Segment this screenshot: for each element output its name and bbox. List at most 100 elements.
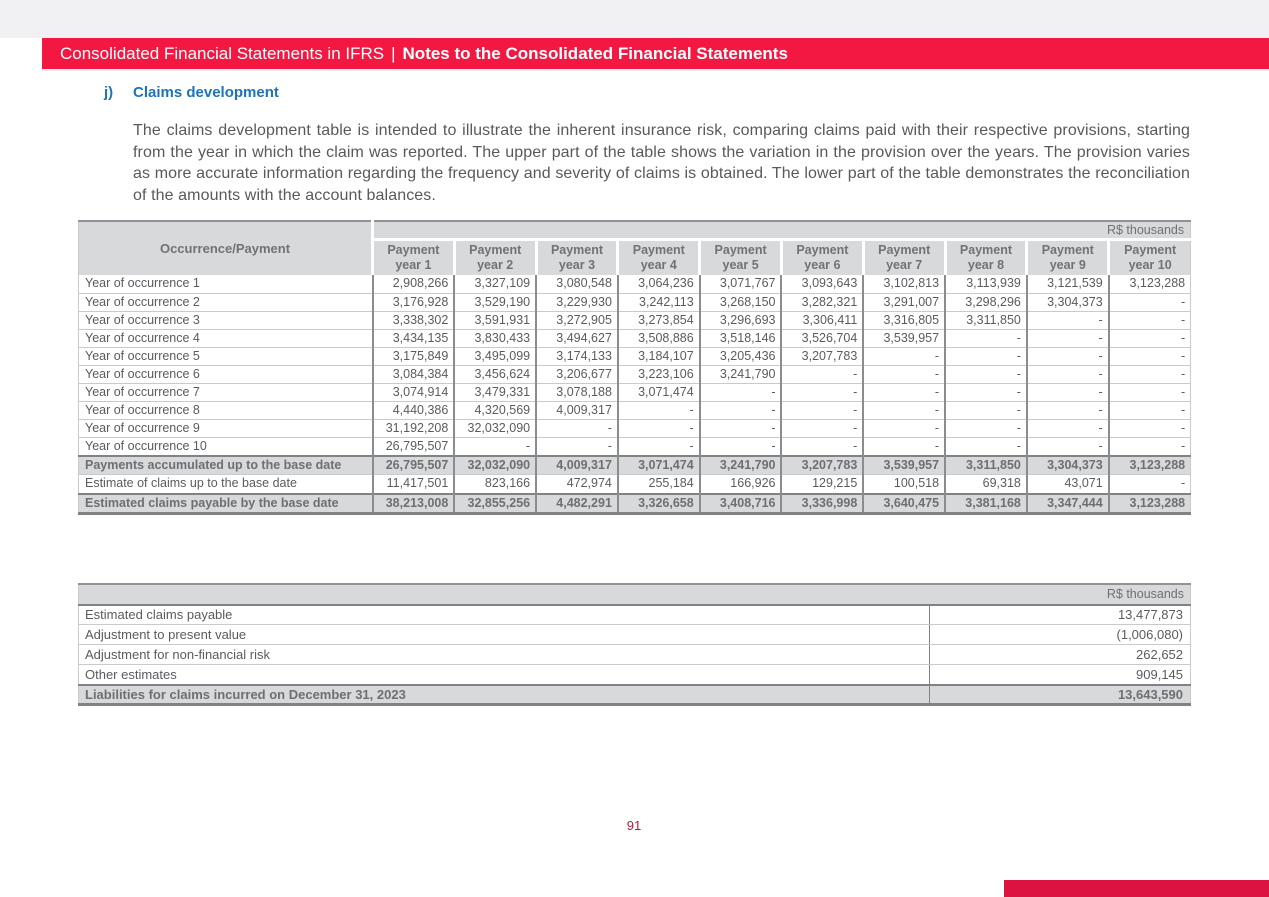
summary-value-cell: - [1109, 475, 1191, 494]
summary-value-cell: 4,482,291 [536, 494, 618, 514]
value-cell: 3,080,548 [536, 275, 618, 293]
summary-value-cell: 166,926 [700, 475, 782, 494]
row-label: Year of occurrence 9 [79, 419, 373, 437]
claims-development-table: Occurrence/PaymentR$ thousandsPaymentyea… [78, 220, 1191, 515]
value-cell: 3,316,805 [863, 311, 945, 329]
value-cell: - [618, 401, 700, 419]
value-cell: - [618, 419, 700, 437]
value-cell: - [700, 437, 782, 456]
footer-accent-bar [1004, 880, 1269, 897]
value-cell: - [781, 437, 863, 456]
column-header: Paymentyear 7 [863, 239, 945, 275]
value-cell: - [1027, 401, 1109, 419]
recon-row-value: 13,477,873 [930, 605, 1191, 625]
value-cell: - [1109, 419, 1191, 437]
summary-value-cell: 69,318 [945, 475, 1027, 494]
column-header: Paymentyear 5 [700, 239, 782, 275]
recon-row-value: 909,145 [930, 665, 1191, 685]
value-cell: - [1109, 347, 1191, 365]
value-cell: 3,071,474 [618, 383, 700, 401]
header-breadcrumb-right: Notes to the Consolidated Financial Stat… [403, 44, 788, 64]
recon-row-label: Adjustment to present value [79, 625, 930, 645]
summary-value-cell: 3,336,998 [781, 494, 863, 514]
recon-row-label: Adjustment for non-financial risk [79, 645, 930, 665]
value-cell: - [945, 329, 1027, 347]
value-cell: 3,184,107 [618, 347, 700, 365]
value-cell: 4,440,386 [373, 401, 455, 419]
value-cell: 2,908,266 [373, 275, 455, 293]
summary-value-cell: 38,213,008 [373, 494, 455, 514]
intro-paragraph: The claims development table is intended… [133, 120, 1190, 206]
recon-row: Estimated claims payable13,477,873 [79, 605, 1191, 625]
value-cell: 3,078,188 [536, 383, 618, 401]
summary-row-label: Estimate of claims up to the base date [79, 475, 373, 494]
row-label: Year of occurrence 1 [79, 275, 373, 293]
column-header: Paymentyear 3 [536, 239, 618, 275]
column-header: Paymentyear 2 [454, 239, 536, 275]
column-header-line1: Payment [701, 243, 780, 258]
column-header: Paymentyear 8 [945, 239, 1027, 275]
value-cell: 3,296,693 [700, 311, 782, 329]
value-cell: - [1027, 365, 1109, 383]
page-content: j)Claims development The claims developm… [78, 84, 1190, 833]
row-label: Year of occurrence 4 [79, 329, 373, 347]
value-cell: 3,207,783 [781, 347, 863, 365]
value-cell: - [700, 419, 782, 437]
value-cell: 3,268,150 [700, 293, 782, 311]
value-cell: 3,064,236 [618, 275, 700, 293]
recon-total-value: 13,643,590 [930, 685, 1191, 705]
document-page: Consolidated Financial Statements in IFR… [0, 0, 1269, 897]
summary-value-cell: 3,408,716 [700, 494, 782, 514]
value-cell: - [454, 437, 536, 456]
value-cell: - [945, 419, 1027, 437]
value-cell: 3,456,624 [454, 365, 536, 383]
value-cell: - [1027, 347, 1109, 365]
column-header: Paymentyear 4 [618, 239, 700, 275]
summary-value-cell: 3,071,474 [618, 456, 700, 475]
occurrence-row: Year of occurrence 33,338,3023,591,9313,… [79, 311, 1191, 329]
value-cell: 3,830,433 [454, 329, 536, 347]
value-cell: - [1027, 437, 1109, 456]
summary-value-cell: 11,417,501 [373, 475, 455, 494]
row-label: Year of occurrence 8 [79, 401, 373, 419]
column-header-line2: year 10 [1110, 258, 1190, 273]
value-cell: - [863, 401, 945, 419]
value-cell: 3,518,146 [700, 329, 782, 347]
column-header-line1: Payment [1110, 243, 1190, 258]
value-cell: 3,306,411 [781, 311, 863, 329]
value-cell: 3,241,790 [700, 365, 782, 383]
recon-row-value: (1,006,080) [930, 625, 1191, 645]
value-cell: 4,009,317 [536, 401, 618, 419]
row-label: Year of occurrence 2 [79, 293, 373, 311]
value-cell: - [1109, 329, 1191, 347]
column-header: Paymentyear 6 [781, 239, 863, 275]
value-cell: - [1109, 401, 1191, 419]
recon-header-row: R$ thousands [79, 584, 1191, 605]
column-header-line1: Payment [374, 243, 453, 258]
value-cell: - [945, 401, 1027, 419]
summary-value-cell: 3,381,168 [945, 494, 1027, 514]
value-cell: - [1027, 383, 1109, 401]
value-cell: 3,176,928 [373, 293, 455, 311]
value-cell: 3,529,190 [454, 293, 536, 311]
value-cell: - [536, 419, 618, 437]
value-cell: - [863, 383, 945, 401]
section-title: Claims development [133, 84, 279, 101]
value-cell: 3,174,133 [536, 347, 618, 365]
column-header-line2: year 7 [865, 258, 944, 273]
value-cell: 4,320,569 [454, 401, 536, 419]
recon-row-label: Estimated claims payable [79, 605, 930, 625]
recon-row: Adjustment for non-financial risk262,652 [79, 645, 1191, 665]
value-cell: 3,479,331 [454, 383, 536, 401]
value-cell: - [700, 401, 782, 419]
value-cell: - [1109, 365, 1191, 383]
summary-value-cell: 32,032,090 [454, 456, 536, 475]
value-cell: 3,229,930 [536, 293, 618, 311]
column-header: Paymentyear 9 [1027, 239, 1109, 275]
value-cell: 3,223,106 [618, 365, 700, 383]
column-header-line2: year 9 [1028, 258, 1107, 273]
recon-row-value: 262,652 [930, 645, 1191, 665]
summary-value-cell: 3,347,444 [1027, 494, 1109, 514]
value-cell: - [1109, 311, 1191, 329]
section-marker: j) [104, 84, 133, 101]
